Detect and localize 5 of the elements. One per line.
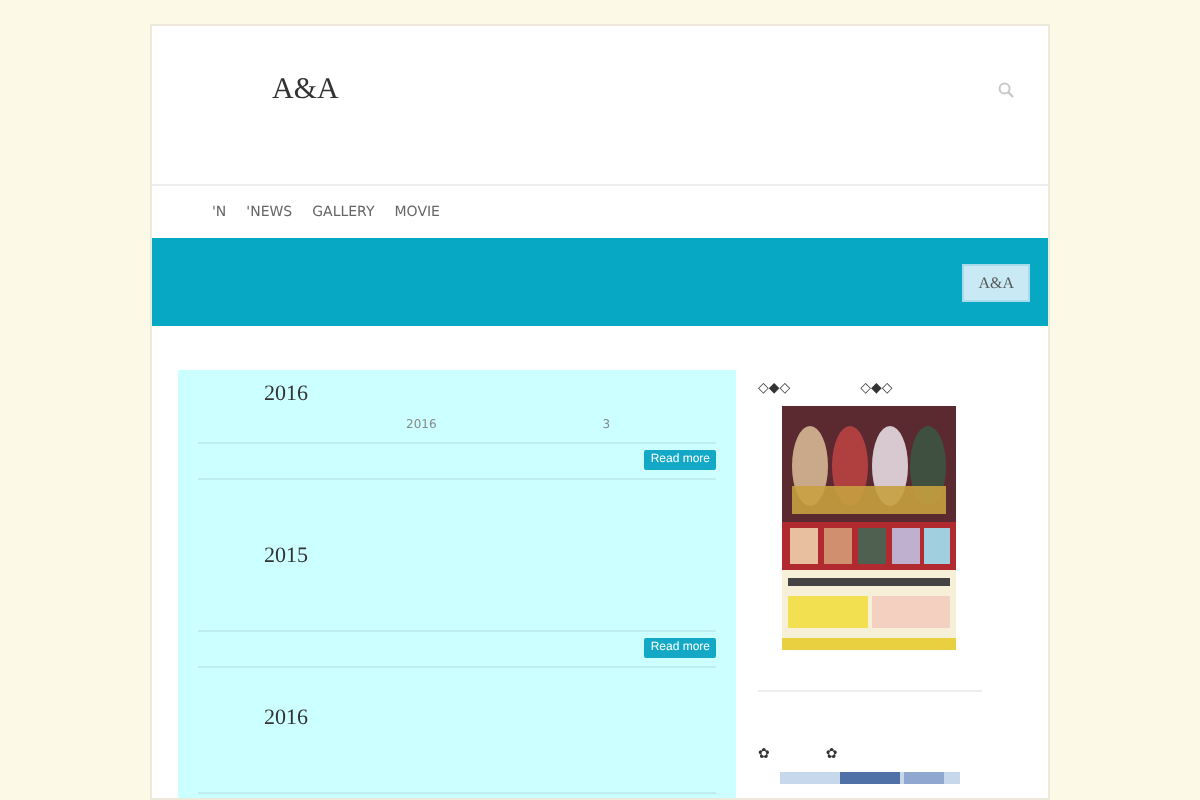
post-title[interactable]: 2016 (178, 370, 736, 406)
banner-button[interactable]: A&A (962, 263, 1030, 301)
post-title[interactable]: 2016 (178, 694, 736, 730)
site-logo[interactable]: A&A (272, 74, 339, 108)
post-title[interactable]: 2015 (178, 532, 736, 568)
